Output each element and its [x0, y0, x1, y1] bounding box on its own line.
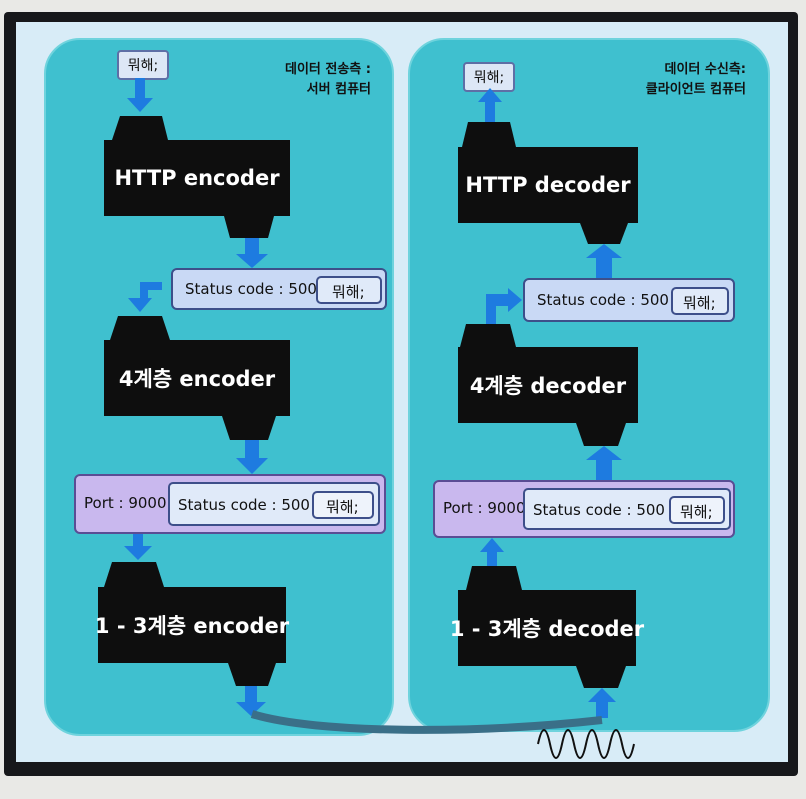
sender-arrow-4 [236, 440, 268, 474]
receiver-arrow-5 [480, 538, 504, 566]
receiver-lower-output-funnel [466, 566, 522, 590]
sender-arrow-5 [124, 534, 152, 560]
sender-transport-output-funnel [222, 416, 276, 440]
signal-wave-icon [537, 729, 635, 759]
sender-http-output-funnel [224, 216, 274, 238]
receiver-transport-input-funnel [576, 423, 626, 446]
receiver-lower-input-funnel [576, 666, 626, 688]
network-cable [250, 710, 603, 734]
slide-screen: 데이터 전송측 : 서버 컴퓨터 뭐해; HTTP encoder Status… [16, 22, 788, 762]
sender-http-input-funnel [112, 116, 168, 140]
sender-lower-input-funnel [104, 562, 164, 587]
sender-lower-output-funnel [228, 663, 276, 686]
receiver-arrow-3 [486, 288, 522, 324]
receiver-transport-output-funnel [460, 324, 516, 347]
receiver-arrow-1 [478, 88, 502, 122]
sender-arrow-2 [236, 238, 268, 268]
sender-arrow-1 [127, 78, 153, 112]
receiver-arrow-6 [588, 688, 616, 718]
sender-arrow-3 [128, 282, 162, 312]
receiver-arrow-4 [586, 446, 622, 480]
receiver-http-input-funnel [580, 223, 628, 244]
receiver-arrow-2 [586, 244, 622, 278]
diagram-graphics [104, 78, 635, 759]
sender-arrow-6 [236, 686, 266, 716]
sender-transport-input-funnel [110, 316, 170, 340]
receiver-http-output-funnel [462, 122, 516, 147]
